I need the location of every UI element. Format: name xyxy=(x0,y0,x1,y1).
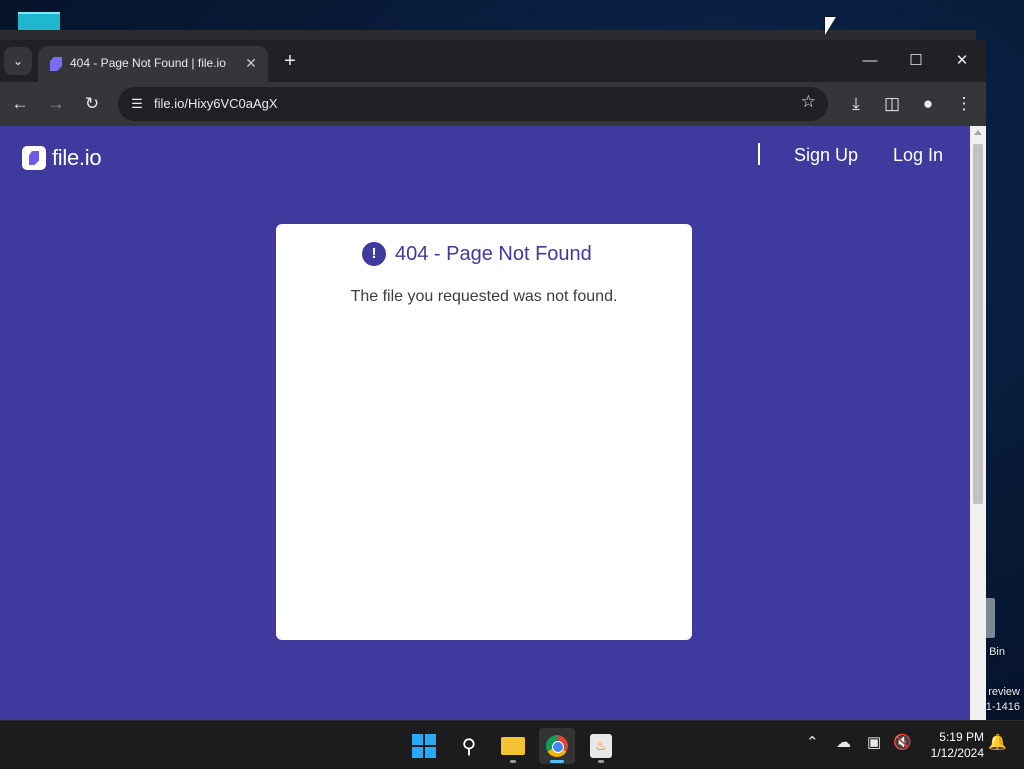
tab-active[interactable]: 404 - Page Not Found | file.io ✕ xyxy=(38,46,268,82)
side-panel-icon[interactable]: ◫ xyxy=(880,92,904,116)
reload-icon[interactable]: ↻ xyxy=(80,92,104,116)
download-icon[interactable]: ⤓ xyxy=(844,92,868,116)
desktop-item-label-line2: 1-1416 xyxy=(985,701,1020,713)
desktop-item-label-line1: review xyxy=(988,686,1020,698)
profile-icon[interactable]: ● xyxy=(916,92,940,116)
new-tab-button[interactable]: + xyxy=(278,50,302,74)
notification-bell-icon[interactable]: 🔔 xyxy=(988,733,1007,751)
system-clock[interactable]: 5:19 PM 1/12/2024 xyxy=(922,729,984,761)
log-in-link[interactable]: Log In xyxy=(893,145,943,166)
file-io-favicon-icon xyxy=(50,57,62,71)
close-window-button[interactable]: ✕ xyxy=(939,48,985,74)
tab-title: 404 - Page Not Found | file.io xyxy=(70,56,226,70)
java-logo-icon: ♨ xyxy=(590,734,612,758)
chevron-down-icon: ⌄ xyxy=(12,54,24,68)
mouse-cursor-icon xyxy=(825,17,836,35)
forward-arrow-icon[interactable]: → xyxy=(44,92,68,116)
browser-window: ⌄ 404 - Page Not Found | file.io ✕ + — ☐… xyxy=(0,40,986,720)
taskbar: ⚲ ♨ ⌃ ☁ ▣ 🔇 5:19 PM 1/12/2024 🔔 xyxy=(0,720,1024,769)
start-button[interactable] xyxy=(406,728,442,764)
maximize-button[interactable]: ☐ xyxy=(893,48,939,74)
error-card: ! 404 - Page Not Found The file you requ… xyxy=(276,224,692,640)
running-indicator xyxy=(510,760,516,763)
error-message: The file you requested was not found. xyxy=(350,288,618,305)
folder-icon xyxy=(501,737,525,755)
scroll-up-arrow-icon[interactable] xyxy=(974,130,982,135)
minimize-button[interactable]: — xyxy=(847,48,893,74)
address-bar[interactable]: ☰ file.io/Hixy6VC0aAgX ☆ xyxy=(118,87,828,121)
java-app-icon[interactable]: ♨ xyxy=(583,728,619,764)
logo-text: file.io xyxy=(52,145,102,170)
back-arrow-icon[interactable]: ← xyxy=(8,92,32,116)
site-logo[interactable]: file.io xyxy=(22,145,102,171)
tab-search-button[interactable]: ⌄ xyxy=(4,47,32,75)
error-title: 404 - Page Not Found xyxy=(395,243,592,265)
volume-muted-icon[interactable]: 🔇 xyxy=(893,733,912,751)
onedrive-cloud-icon[interactable]: ☁ xyxy=(836,733,851,751)
browser-toolbar: ← → ↻ ☰ file.io/Hixy6VC0aAgX ☆ ⤓ ◫ ● ⋮ xyxy=(0,82,986,126)
scrollbar-thumb[interactable] xyxy=(973,144,983,504)
exclamation-icon: ! xyxy=(362,242,386,266)
clock-date: 1/12/2024 xyxy=(930,746,984,760)
nav-divider xyxy=(758,143,760,165)
page-scrollbar[interactable] xyxy=(970,126,986,720)
recycle-bin-label: Bin xyxy=(989,646,1005,658)
active-indicator xyxy=(550,760,564,763)
address-url[interactable]: file.io/Hixy6VC0aAgX xyxy=(154,96,278,111)
menu-kebab-icon[interactable]: ⋮ xyxy=(952,92,976,116)
site-info-icon[interactable]: ☰ xyxy=(126,93,148,115)
clock-time: 5:19 PM xyxy=(939,730,984,744)
network-icon[interactable]: ▣ xyxy=(867,733,881,751)
page-viewport: file.io Sign Up Log In ! 404 - Page Not … xyxy=(0,126,970,720)
tab-close-icon[interactable]: ✕ xyxy=(242,54,260,72)
sign-up-link[interactable]: Sign Up xyxy=(794,145,858,166)
chrome-logo-icon xyxy=(546,735,568,757)
search-icon[interactable]: ⚲ xyxy=(451,728,487,764)
file-io-logo-icon xyxy=(22,146,46,170)
chrome-taskbar-icon[interactable] xyxy=(539,728,575,764)
tab-strip: ⌄ 404 - Page Not Found | file.io ✕ + — ☐… xyxy=(0,40,986,82)
show-hidden-icons-chevron-icon[interactable]: ⌃ xyxy=(806,733,819,751)
bookmark-star-icon[interactable]: ☆ xyxy=(801,92,816,112)
running-indicator xyxy=(598,760,604,763)
windows-logo-icon xyxy=(412,734,436,758)
file-explorer-icon[interactable] xyxy=(495,728,531,764)
